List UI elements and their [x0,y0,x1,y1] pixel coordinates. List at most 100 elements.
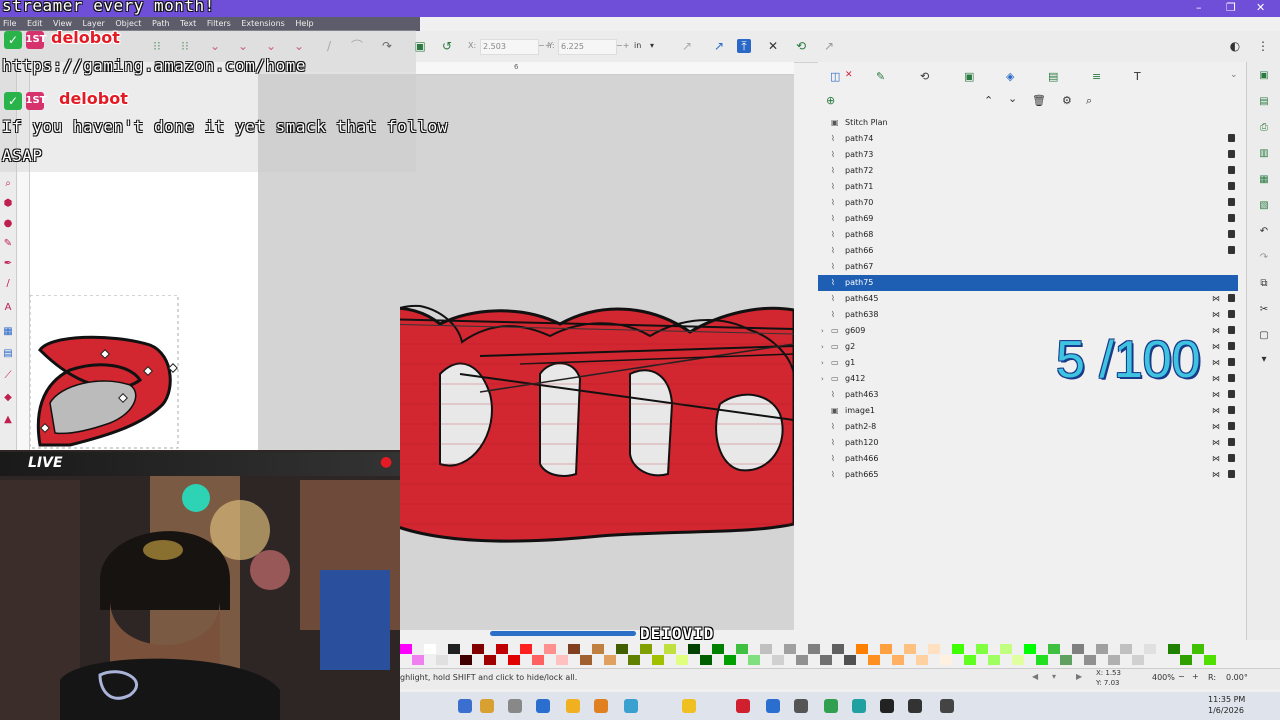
cut-icon[interactable]: ✂ [1258,304,1270,316]
eye-icon[interactable]: ⋈ [1212,387,1220,403]
paint-bucket-icon[interactable]: ◆ [2,392,14,404]
eye-icon[interactable]: ⋈ [1212,339,1220,355]
stitch-preview-s[interactable] [30,295,180,450]
layer-row[interactable]: ⌇ path75 [818,275,1238,291]
palette-swatch[interactable] [664,644,676,654]
zoom-tool-icon[interactable]: ⌕ [2,178,14,190]
eye-icon[interactable]: ⋈ [1212,403,1220,419]
lock-icon[interactable] [1228,422,1235,430]
rotation-value[interactable]: 0.00° [1226,673,1248,682]
mask-icon[interactable]: ↗ [822,39,836,53]
layer-row[interactable]: ⌇ path645 ⋈ [818,291,1238,307]
palette-swatch[interactable] [652,655,664,665]
show-transform-icon[interactable]: ↗ [680,39,694,53]
palette-swatch[interactable] [604,655,616,665]
palette-swatch[interactable] [976,644,988,654]
lock-icon[interactable] [1228,454,1235,462]
expand-arrow-icon[interactable]: › [821,323,824,339]
gradient-tool-icon[interactable]: ▦ [2,326,14,338]
eye-icon[interactable]: ⋈ [1212,435,1220,451]
palette-swatch[interactable] [808,644,820,654]
palette-swatch[interactable] [520,644,532,654]
new-doc-icon[interactable]: ▣ [1258,70,1270,82]
palette-swatch[interactable] [724,655,736,665]
search-icon[interactable]: ⌕ [1086,94,1092,108]
palette-swatch[interactable] [628,655,640,665]
more-icon[interactable]: ▾ [1258,354,1270,366]
palette-swatch[interactable] [676,655,688,665]
palette-swatch[interactable] [760,644,772,654]
palette-swatch[interactable] [748,655,760,665]
close-icon[interactable]: ✕ [1256,1,1265,14]
lock-icon[interactable] [1228,374,1235,382]
layer-row[interactable]: ⌇ path67 [818,259,1238,275]
expand-arrow-icon[interactable]: › [821,355,824,371]
palette-swatch[interactable] [484,655,496,665]
chevron-right-icon[interactable]: ▶ [1076,672,1082,681]
palette-swatch[interactable] [772,655,784,665]
taskbar-app-icon[interactable] [908,699,922,713]
lock-icon[interactable] [1228,150,1235,158]
lock-icon[interactable] [1228,134,1235,142]
layer-row[interactable]: ▣ image1 ⋈ [818,403,1238,419]
taskbar-app-icon[interactable] [852,699,866,713]
palette-swatch[interactable] [544,644,556,654]
palette-swatch[interactable] [412,655,424,665]
chevron-up-icon[interactable]: ⌃ [984,94,993,107]
layer-row[interactable]: ▣ Stitch Plan [818,115,1238,131]
lock-icon[interactable] [1228,294,1235,302]
layer-row[interactable]: ⌇ path665 ⋈ [818,467,1238,483]
palette-swatch[interactable] [1012,655,1024,665]
palette-swatch[interactable] [964,655,976,665]
palette-swatch[interactable] [1096,644,1108,654]
layer-row[interactable]: ⌇ path120 ⋈ [818,435,1238,451]
taskbar-app-icon[interactable] [508,699,522,713]
palette-swatch[interactable] [1180,655,1192,665]
layer-row[interactable]: ⌇ path70 [818,195,1238,211]
lock-icon[interactable] [1228,182,1235,190]
redo-icon[interactable]: ↷ [1258,252,1270,264]
pen-tool-icon[interactable]: ✒ [2,258,14,270]
layer-row[interactable]: ⌇ path2-8 ⋈ [818,419,1238,435]
y-field[interactable]: 6.225 [558,39,617,55]
palette-swatch[interactable] [904,644,916,654]
palette-swatch[interactable] [844,655,856,665]
palette-swatch[interactable] [880,644,892,654]
taskbar-app-icon[interactable] [880,699,894,713]
palette-swatch[interactable] [436,655,448,665]
layers-icon[interactable]: ◫ [830,70,840,83]
palette-swatch[interactable] [1120,644,1132,654]
dropper-tool-icon[interactable]: ⟋ [2,370,14,382]
palette-swatch[interactable] [916,655,928,665]
show-handles-icon[interactable]: ↗ [712,39,726,53]
palette-swatch[interactable] [448,644,460,654]
align-panel-icon[interactable]: ≡ [1092,70,1101,83]
layer-row[interactable]: ⌇ path69 [818,211,1238,227]
zoom-in-icon[interactable]: + [1192,672,1199,681]
show-outline-icon[interactable]: ⤒ [737,39,751,53]
layer-row[interactable]: ⌇ path73 [818,147,1238,163]
palette-swatch[interactable] [1204,655,1216,665]
lock-icon[interactable] [1228,310,1235,318]
palette-swatch[interactable] [532,655,544,665]
lock-icon[interactable] [1228,342,1235,350]
taskbar-app-icon[interactable] [736,699,750,713]
export-doc-icon[interactable]: ▦ [1258,174,1270,186]
palette-swatch[interactable] [1084,655,1096,665]
mesh-tool-icon[interactable]: ▤ [2,348,14,360]
lock-icon[interactable] [1228,246,1235,254]
palette-swatch[interactable] [1168,644,1180,654]
palette-swatch[interactable] [712,644,724,654]
fill-stroke-icon[interactable]: ✎ [876,70,885,83]
layer-row[interactable]: ⌇ path466 ⋈ [818,451,1238,467]
layer-row[interactable]: ⌇ path638 ⋈ [818,307,1238,323]
palette-swatch[interactable] [580,655,592,665]
transform-icon[interactable]: ⟲ [920,70,929,83]
y-stepper-icon[interactable]: −+ [616,39,629,53]
taskbar-app-icon[interactable] [624,699,638,713]
eye-icon[interactable]: ⋈ [1212,291,1220,307]
layer-row[interactable]: ⌇ path72 [818,163,1238,179]
palette-swatch[interactable] [400,644,412,654]
open-icon[interactable]: ▤ [1258,96,1270,108]
taskbar-app-icon[interactable] [594,699,608,713]
